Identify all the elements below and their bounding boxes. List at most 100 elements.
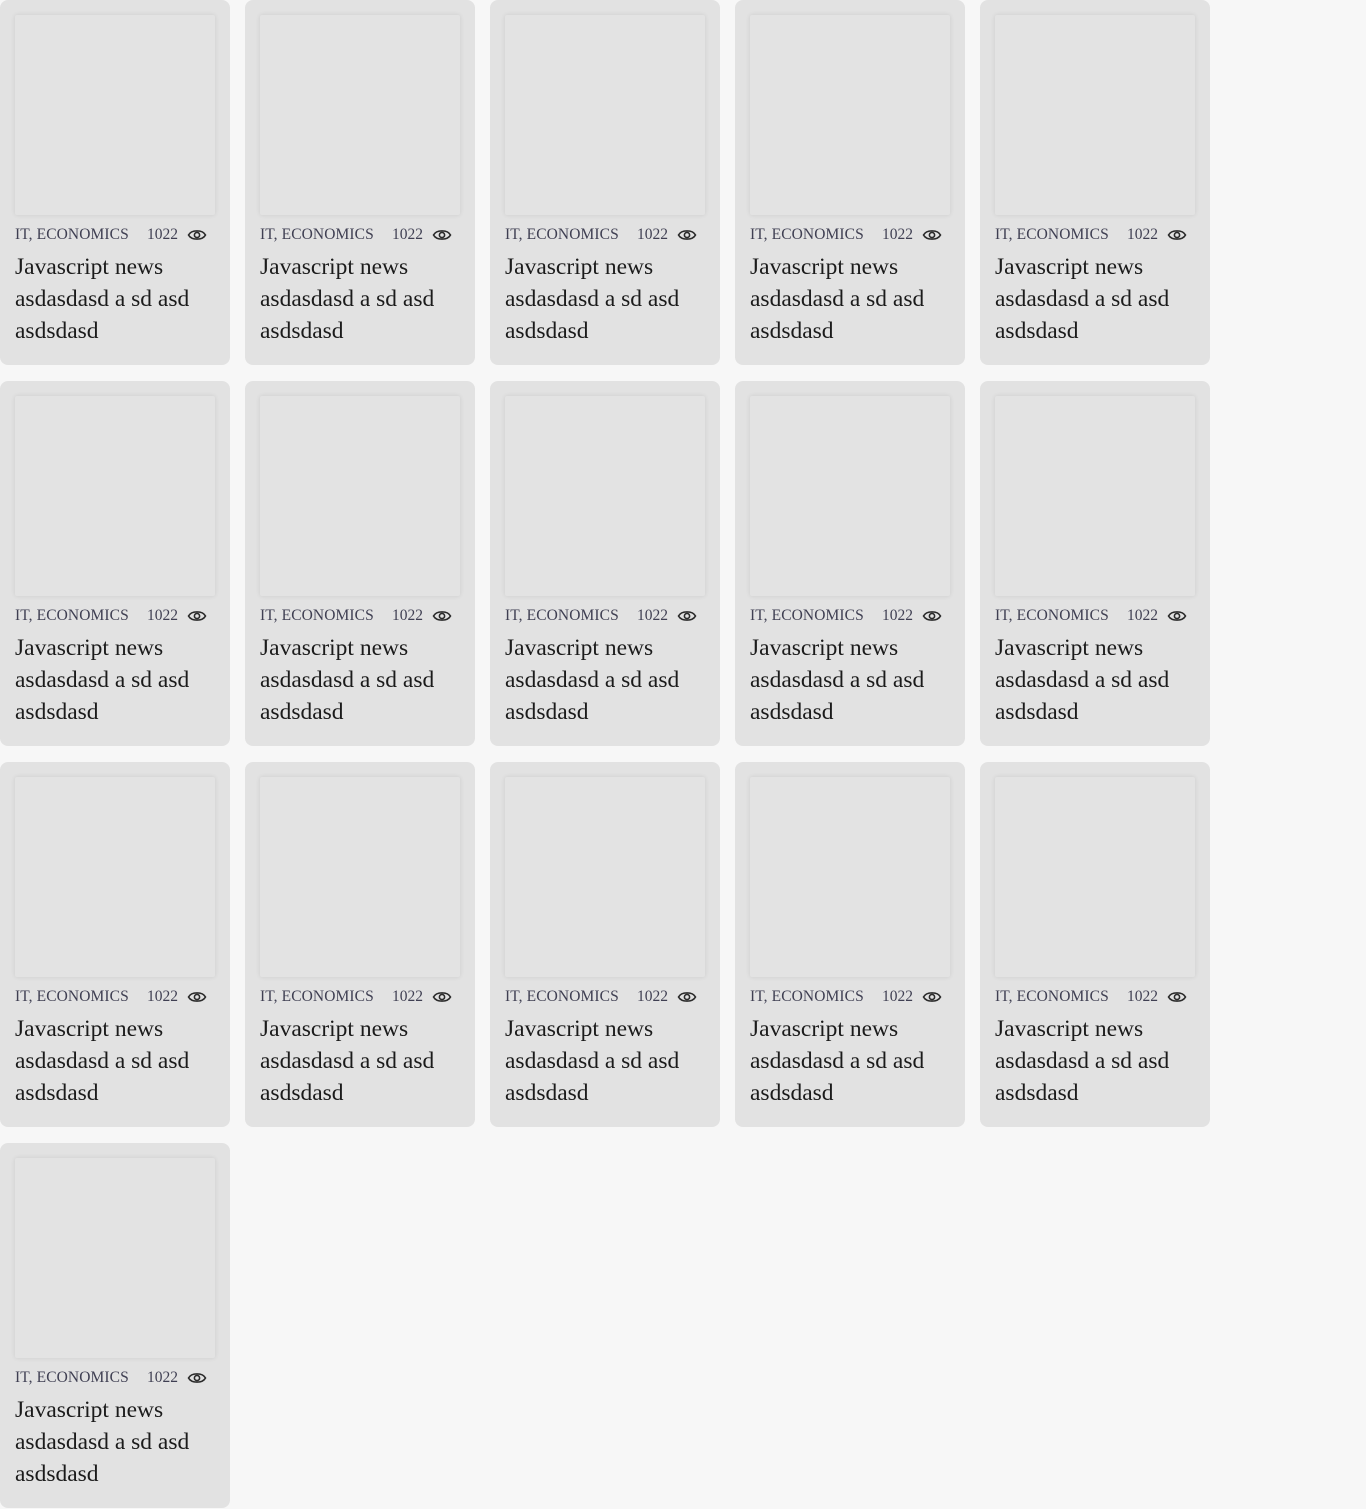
news-tags: IT, ECONOMICS [15, 988, 129, 1005]
eye-icon [922, 987, 942, 1007]
news-title[interactable]: Javascript news asdasdasd a sd asd asdsd… [995, 632, 1195, 728]
news-tags: IT, ECONOMICS [995, 988, 1109, 1005]
view-count: 1022 [882, 226, 913, 243]
news-card[interactable]: IT, ECONOMICS 1022 Javascript news asdas… [735, 381, 965, 746]
news-thumbnail[interactable] [260, 777, 460, 977]
eye-icon [432, 225, 452, 245]
news-tags: IT, ECONOMICS [995, 226, 1109, 243]
news-title[interactable]: Javascript news asdasdasd a sd asd asdsd… [260, 251, 460, 347]
news-meta: IT, ECONOMICS 1022 [995, 987, 1195, 1007]
news-meta: IT, ECONOMICS 1022 [15, 606, 215, 626]
news-thumbnail[interactable] [750, 15, 950, 215]
news-card[interactable]: IT, ECONOMICS 1022 Javascript news asdas… [980, 381, 1210, 746]
news-thumbnail[interactable] [260, 396, 460, 596]
news-meta: IT, ECONOMICS 1022 [995, 225, 1195, 245]
news-meta: IT, ECONOMICS 1022 [750, 225, 950, 245]
news-card[interactable]: IT, ECONOMICS 1022 Javascript news asdas… [490, 762, 720, 1127]
news-thumbnail[interactable] [15, 15, 215, 215]
news-title[interactable]: Javascript news asdasdasd a sd asd asdsd… [15, 251, 215, 347]
news-card[interactable]: IT, ECONOMICS 1022 Javascript news asdas… [245, 381, 475, 746]
eye-icon [922, 225, 942, 245]
news-thumbnail[interactable] [750, 396, 950, 596]
news-card[interactable]: IT, ECONOMICS 1022 Javascript news asdas… [980, 0, 1210, 365]
news-title[interactable]: Javascript news asdasdasd a sd asd asdsd… [260, 632, 460, 728]
news-tags: IT, ECONOMICS [15, 1369, 129, 1386]
view-count: 1022 [882, 988, 913, 1005]
news-thumbnail[interactable] [995, 396, 1195, 596]
news-meta: IT, ECONOMICS 1022 [505, 225, 705, 245]
news-card[interactable]: IT, ECONOMICS 1022 Javascript news asdas… [0, 0, 230, 365]
news-meta: IT, ECONOMICS 1022 [505, 606, 705, 626]
news-meta: IT, ECONOMICS 1022 [505, 987, 705, 1007]
news-card[interactable]: IT, ECONOMICS 1022 Javascript news asdas… [0, 1143, 230, 1508]
eye-icon [187, 987, 207, 1007]
news-card[interactable]: IT, ECONOMICS 1022 Javascript news asdas… [245, 0, 475, 365]
eye-icon [922, 606, 942, 626]
news-thumbnail[interactable] [15, 396, 215, 596]
view-count: 1022 [1127, 607, 1158, 624]
news-meta: IT, ECONOMICS 1022 [260, 987, 460, 1007]
news-thumbnail[interactable] [995, 777, 1195, 977]
news-card[interactable]: IT, ECONOMICS 1022 Javascript news asdas… [0, 381, 230, 746]
view-count: 1022 [637, 607, 668, 624]
news-title[interactable]: Javascript news asdasdasd a sd asd asdsd… [15, 632, 215, 728]
eye-icon [432, 606, 452, 626]
news-thumbnail[interactable] [750, 777, 950, 977]
view-count: 1022 [392, 226, 423, 243]
news-tags: IT, ECONOMICS [260, 226, 374, 243]
news-card[interactable]: IT, ECONOMICS 1022 Javascript news asdas… [490, 0, 720, 365]
news-card[interactable]: IT, ECONOMICS 1022 Javascript news asdas… [735, 0, 965, 365]
news-meta: IT, ECONOMICS 1022 [995, 606, 1195, 626]
eye-icon [187, 225, 207, 245]
news-meta: IT, ECONOMICS 1022 [750, 606, 950, 626]
view-count: 1022 [147, 607, 178, 624]
news-tags: IT, ECONOMICS [15, 607, 129, 624]
news-title[interactable]: Javascript news asdasdasd a sd asd asdsd… [750, 1013, 950, 1109]
news-title[interactable]: Javascript news asdasdasd a sd asd asdsd… [750, 632, 950, 728]
news-meta: IT, ECONOMICS 1022 [260, 225, 460, 245]
news-tags: IT, ECONOMICS [260, 607, 374, 624]
news-title[interactable]: Javascript news asdasdasd a sd asd asdsd… [505, 1013, 705, 1109]
view-count: 1022 [147, 1369, 178, 1386]
news-title[interactable]: Javascript news asdasdasd a sd asd asdsd… [995, 251, 1195, 347]
eye-icon [677, 225, 697, 245]
news-meta: IT, ECONOMICS 1022 [15, 987, 215, 1007]
news-card[interactable]: IT, ECONOMICS 1022 Javascript news asdas… [0, 762, 230, 1127]
news-tags: IT, ECONOMICS [505, 607, 619, 624]
news-card[interactable]: IT, ECONOMICS 1022 Javascript news asdas… [245, 762, 475, 1127]
news-meta: IT, ECONOMICS 1022 [750, 987, 950, 1007]
eye-icon [432, 987, 452, 1007]
news-tags: IT, ECONOMICS [750, 226, 864, 243]
news-thumbnail[interactable] [15, 777, 215, 977]
news-tags: IT, ECONOMICS [995, 607, 1109, 624]
news-card[interactable]: IT, ECONOMICS 1022 Javascript news asdas… [735, 762, 965, 1127]
view-count: 1022 [637, 226, 668, 243]
view-count: 1022 [1127, 988, 1158, 1005]
news-thumbnail[interactable] [505, 396, 705, 596]
news-grid: IT, ECONOMICS 1022 Javascript news asdas… [0, 0, 1366, 1508]
news-meta: IT, ECONOMICS 1022 [260, 606, 460, 626]
view-count: 1022 [392, 607, 423, 624]
news-title[interactable]: Javascript news asdasdasd a sd asd asdsd… [505, 251, 705, 347]
news-title[interactable]: Javascript news asdasdasd a sd asd asdsd… [15, 1394, 215, 1490]
news-title[interactable]: Javascript news asdasdasd a sd asd asdsd… [15, 1013, 215, 1109]
news-title[interactable]: Javascript news asdasdasd a sd asd asdsd… [260, 1013, 460, 1109]
news-thumbnail[interactable] [260, 15, 460, 215]
news-title[interactable]: Javascript news asdasdasd a sd asd asdsd… [750, 251, 950, 347]
news-card[interactable]: IT, ECONOMICS 1022 Javascript news asdas… [980, 762, 1210, 1127]
eye-icon [677, 987, 697, 1007]
eye-icon [1167, 987, 1187, 1007]
news-thumbnail[interactable] [505, 777, 705, 977]
view-count: 1022 [882, 607, 913, 624]
news-thumbnail[interactable] [15, 1158, 215, 1358]
view-count: 1022 [147, 988, 178, 1005]
news-title[interactable]: Javascript news asdasdasd a sd asd asdsd… [995, 1013, 1195, 1109]
eye-icon [677, 606, 697, 626]
news-thumbnail[interactable] [505, 15, 705, 215]
view-count: 1022 [637, 988, 668, 1005]
news-tags: IT, ECONOMICS [505, 988, 619, 1005]
eye-icon [187, 1368, 207, 1388]
news-card[interactable]: IT, ECONOMICS 1022 Javascript news asdas… [490, 381, 720, 746]
news-title[interactable]: Javascript news asdasdasd a sd asd asdsd… [505, 632, 705, 728]
news-thumbnail[interactable] [995, 15, 1195, 215]
